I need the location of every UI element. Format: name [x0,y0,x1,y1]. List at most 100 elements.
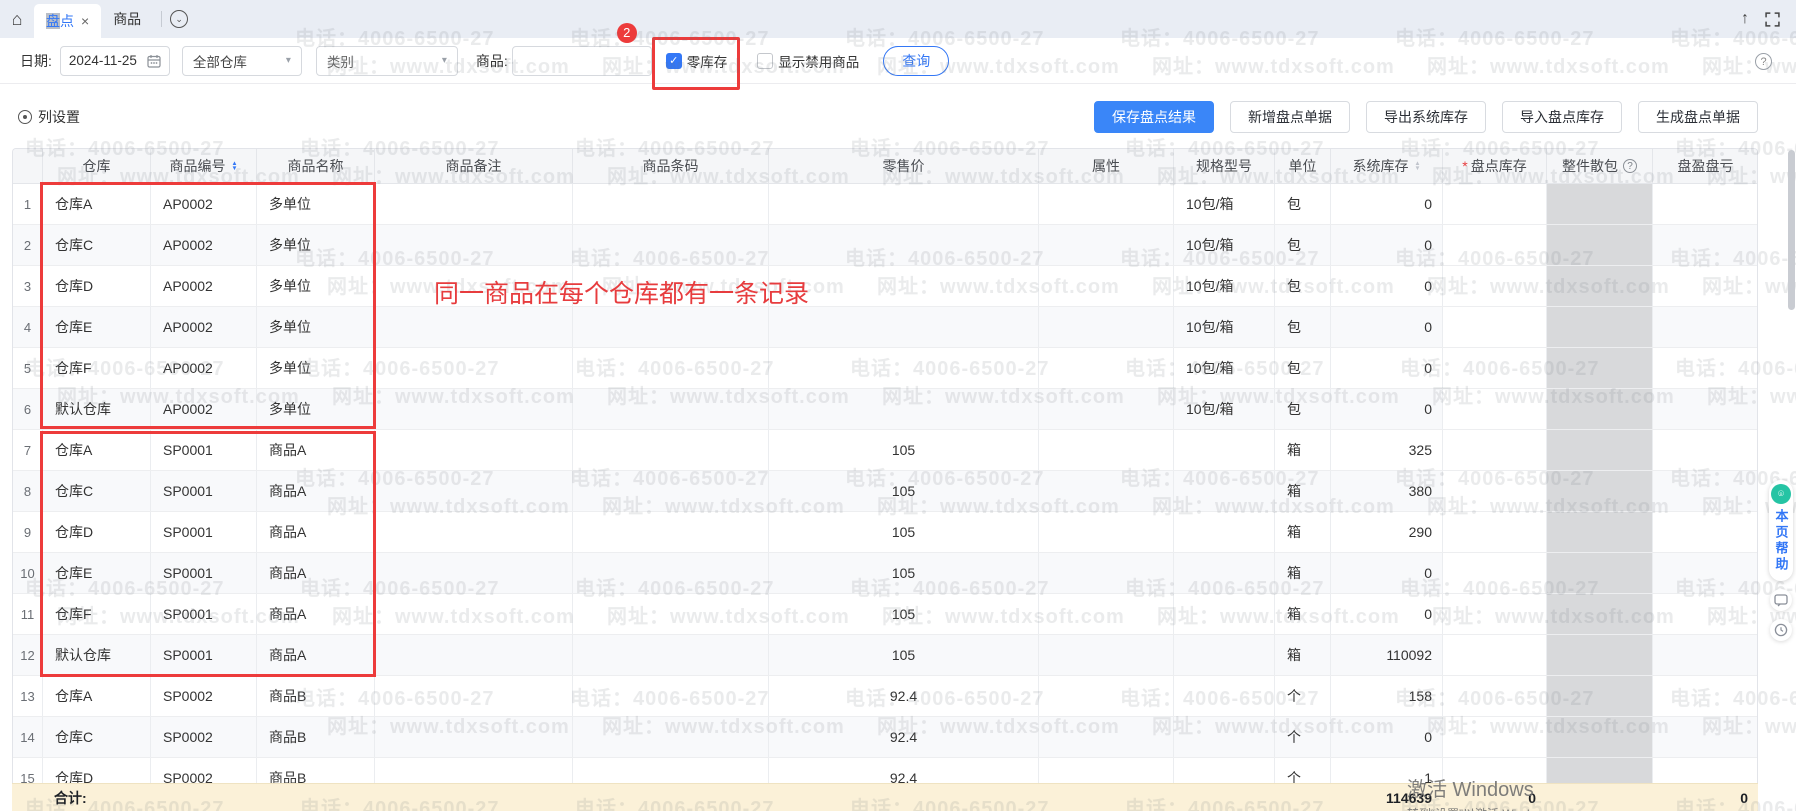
cell-count[interactable] [1443,225,1547,265]
cell-attr [1039,225,1174,265]
table-row[interactable]: 4仓库EAP0002多单位10包/箱包0 [13,307,1757,348]
show-disabled-checkbox[interactable]: 显示禁用商品 [757,51,859,71]
summary-price [768,784,1038,811]
cell-unit: 箱 [1275,512,1331,552]
cell-note [375,676,573,716]
row-number: 8 [13,471,43,511]
cell-spec [1174,430,1275,470]
cell-pkg [1547,635,1653,675]
cell-price [769,225,1039,265]
table-row[interactable]: 1仓库AAP0002多单位10包/箱包0 [13,184,1757,225]
summary-code [150,784,256,811]
table-row[interactable]: 2仓库CAP0002多单位10包/箱包0 [13,225,1757,266]
table-row[interactable]: 8仓库CSP0001商品A105箱380 [13,471,1757,512]
home-icon[interactable]: ⌂ [0,0,34,38]
table-row[interactable]: 10仓库ESP0001商品A105箱0 [13,553,1757,594]
warehouse-select[interactable]: 全部仓库▾ [182,46,302,76]
cell-price: 105 [769,430,1039,470]
cell-spec [1174,635,1275,675]
export-system-stock-button[interactable]: 导出系统库存 [1366,101,1486,133]
checkbox-unchecked-icon [757,53,773,69]
cell-spec: 10包/箱 [1174,184,1275,224]
cell-pl [1653,717,1758,757]
divider [161,11,162,27]
cell-note [375,225,573,265]
chat-icon[interactable] [1770,589,1792,611]
help-question-icon[interactable]: ? [1755,53,1772,70]
cell-count[interactable] [1443,717,1547,757]
cell-pl [1653,307,1758,347]
cell-sys: 0 [1331,348,1443,388]
page-help-button[interactable]: ⌾ 本页帮助 [1769,480,1793,581]
vertical-scrollbar[interactable] [1788,150,1795,310]
cell-name: 商品A [257,512,375,552]
table-row[interactable]: 14仓库CSP0002商品B92.4个0 [13,717,1757,758]
fullscreen-icon[interactable] [1765,12,1780,27]
cell-count[interactable] [1443,553,1547,593]
cell-code: SP0001 [151,594,257,634]
product-input[interactable] [512,46,652,76]
cell-count[interactable] [1443,389,1547,429]
tab-products[interactable]: 商品 [101,9,153,29]
generate-count-doc-button[interactable]: 生成盘点单据 [1638,101,1758,133]
cell-price: 105 [769,512,1039,552]
cell-count[interactable] [1443,430,1547,470]
column-header-code[interactable]: 商品编号▲▼ [151,149,257,183]
cell-count[interactable] [1443,512,1547,552]
service-icon: ⌾ [1771,484,1791,504]
cell-count[interactable] [1443,676,1547,716]
table-row[interactable]: 12默认仓库SP0001商品A105箱110092 [13,635,1757,676]
table-row[interactable]: 11仓库FSP0001商品A105箱0 [13,594,1757,635]
summary-note [374,784,572,811]
cell-count[interactable] [1443,635,1547,675]
table-row[interactable]: 7仓库ASP0001商品A105箱325 [13,430,1757,471]
cell-count[interactable] [1443,348,1547,388]
zero-stock-checkbox[interactable]: ✓ 零库存 2 [666,51,728,71]
cell-attr [1039,307,1174,347]
query-button[interactable]: 查询 [883,46,949,76]
cell-count[interactable] [1443,471,1547,511]
collapse-up-icon[interactable]: ↑ [1741,10,1749,28]
column-header-sys[interactable]: 系统库存▲▼ [1331,149,1443,183]
cell-barcode [573,594,769,634]
summary-unit [1274,784,1330,811]
new-count-doc-button[interactable]: 新增盘点单据 [1230,101,1350,133]
date-input[interactable]: 2024-11-25 [60,46,170,76]
cell-price: 105 [769,471,1039,511]
cell-barcode [573,307,769,347]
column-header-note: 商品备注 [375,149,573,183]
tab-history-icon[interactable]: ⌄ [170,10,188,28]
column-header-unit: 单位 [1275,149,1331,183]
cell-pl [1653,430,1758,470]
cell-barcode [573,225,769,265]
cell-code: AP0002 [151,307,257,347]
cell-unit: 箱 [1275,430,1331,470]
cell-barcode [573,266,769,306]
cell-count[interactable] [1443,184,1547,224]
summary-pl: 0 [1652,784,1758,811]
summary-spacer [12,784,42,811]
cell-note [375,307,573,347]
import-count-stock-button[interactable]: 导入盘点库存 [1502,101,1622,133]
history-circle-icon[interactable] [1770,619,1792,641]
table-row[interactable]: 13仓库ASP0002商品B92.4个158 [13,676,1757,717]
cell-count[interactable] [1443,307,1547,347]
tab-inventory-count[interactable]: 盘点 × [34,4,101,38]
column-settings-button[interactable]: 列设置 [18,107,80,127]
cell-name: 多单位 [257,348,375,388]
cell-barcode [573,553,769,593]
table-row[interactable]: 3仓库DAP0002多单位10包/箱包0 [13,266,1757,307]
close-icon[interactable]: × [81,14,89,28]
table-row[interactable]: 9仓库DSP0001商品A105箱290 [13,512,1757,553]
save-count-result-button[interactable]: 保存盘点结果 [1094,101,1214,133]
table-row[interactable]: 5仓库FAP0002多单位10包/箱包0 [13,348,1757,389]
cell-spec: 10包/箱 [1174,307,1275,347]
category-select[interactable]: 类别▾ [316,46,458,76]
summary-pkg [1546,784,1652,811]
row-number: 9 [13,512,43,552]
cell-count[interactable] [1443,266,1547,306]
table-row[interactable]: 6默认仓库AP0002多单位10包/箱包0 [13,389,1757,430]
cell-pl [1653,471,1758,511]
cell-count[interactable] [1443,594,1547,634]
cell-pkg [1547,389,1653,429]
